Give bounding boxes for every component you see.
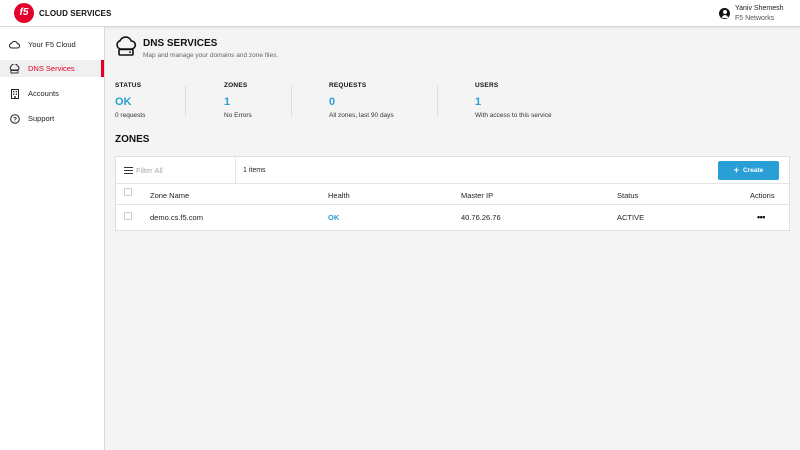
- divider: [235, 157, 236, 184]
- stat-label: REQUESTS: [329, 82, 367, 89]
- user-organization: F5 Networks: [735, 15, 775, 22]
- item-count: 1 items: [243, 167, 266, 174]
- column-header-status[interactable]: Status: [617, 191, 638, 200]
- sidebar-item-label: Accounts: [28, 89, 59, 98]
- dns-cloud-icon: [9, 63, 20, 74]
- stat-label: USERS: [475, 82, 499, 89]
- stat-detail: All zones, last 90 days: [329, 112, 394, 119]
- more-actions-icon[interactable]: •••: [757, 212, 765, 222]
- table-toolbar: 1 items + Create: [116, 157, 789, 184]
- dns-cloud-icon: [115, 36, 137, 58]
- sidebar-item-accounts[interactable]: Accounts: [0, 85, 104, 102]
- table-row[interactable]: demo.cs.f5.com OK 40.76.26.76 ACTIVE •••: [116, 205, 789, 230]
- cloud-icon: [9, 39, 20, 50]
- stat-value: 1: [475, 96, 482, 108]
- user-avatar-icon[interactable]: [719, 8, 730, 19]
- sidebar-item-support[interactable]: ? Support: [0, 110, 104, 127]
- master-ip: 40.76.26.76: [461, 213, 501, 222]
- sidebar-item-dns-services[interactable]: DNS Services: [0, 60, 104, 77]
- divider: [185, 86, 186, 116]
- health-status: OK: [328, 213, 340, 222]
- select-all-checkbox[interactable]: [124, 188, 132, 196]
- f5-logo[interactable]: f5: [14, 3, 34, 23]
- column-header-master-ip[interactable]: Master IP: [461, 191, 493, 200]
- stat-detail: 0 requests: [115, 112, 146, 119]
- svg-text:?: ?: [13, 116, 17, 123]
- user-name[interactable]: Yaniv Shemesh: [735, 5, 784, 12]
- stat-zones: ZONES 1 No Errors: [224, 82, 252, 119]
- filter-input[interactable]: [136, 164, 231, 177]
- divider: [291, 86, 292, 116]
- stat-label: STATUS: [115, 82, 142, 89]
- divider: [437, 86, 438, 116]
- zones-table: 1 items + Create Zone Name Health Master…: [115, 156, 790, 231]
- sidebar: Your F5 Cloud DNS Services Accounts ? Su…: [0, 27, 105, 450]
- page-subtitle: Map and manage your domains and zone fil…: [143, 52, 279, 59]
- stat-detail: With access to this service: [475, 112, 552, 119]
- sidebar-item-your-f5-cloud[interactable]: Your F5 Cloud: [0, 36, 104, 53]
- help-icon: ?: [9, 113, 20, 124]
- create-button[interactable]: + Create: [718, 161, 779, 180]
- stat-value: 1: [224, 96, 231, 108]
- column-header-zone-name[interactable]: Zone Name: [150, 191, 189, 200]
- zone-status: ACTIVE: [617, 213, 645, 222]
- stat-requests: REQUESTS 0 All zones, last 90 days: [329, 82, 394, 119]
- sidebar-item-label: Your F5 Cloud: [28, 40, 76, 49]
- column-header-actions: Actions: [750, 191, 775, 200]
- stat-label: ZONES: [224, 82, 248, 89]
- zone-name[interactable]: demo.cs.f5.com: [150, 213, 203, 222]
- filter-icon[interactable]: [124, 167, 133, 174]
- sidebar-item-label: Support: [28, 114, 55, 123]
- accounts-icon: [9, 88, 20, 99]
- stat-value: 0: [329, 96, 336, 108]
- top-bar: f5 CLOUD SERVICES Yaniv Shemesh F5 Netwo…: [0, 0, 800, 27]
- stat-detail: No Errors: [224, 112, 252, 119]
- brand-name: CLOUD SERVICES: [39, 9, 112, 18]
- create-button-label: Create: [743, 167, 764, 174]
- page-title: DNS SERVICES: [143, 38, 218, 49]
- row-checkbox[interactable]: [124, 212, 132, 220]
- stat-status: STATUS OK 0 requests: [115, 82, 145, 119]
- sidebar-item-label: DNS Services: [28, 64, 75, 73]
- section-title: ZONES: [115, 134, 150, 145]
- stat-users: USERS 1 With access to this service: [475, 82, 552, 119]
- table-header: Zone Name Health Master IP Status Action…: [116, 184, 789, 205]
- stat-value: OK: [115, 96, 132, 108]
- plus-icon: +: [733, 165, 740, 175]
- column-header-health[interactable]: Health: [328, 191, 350, 200]
